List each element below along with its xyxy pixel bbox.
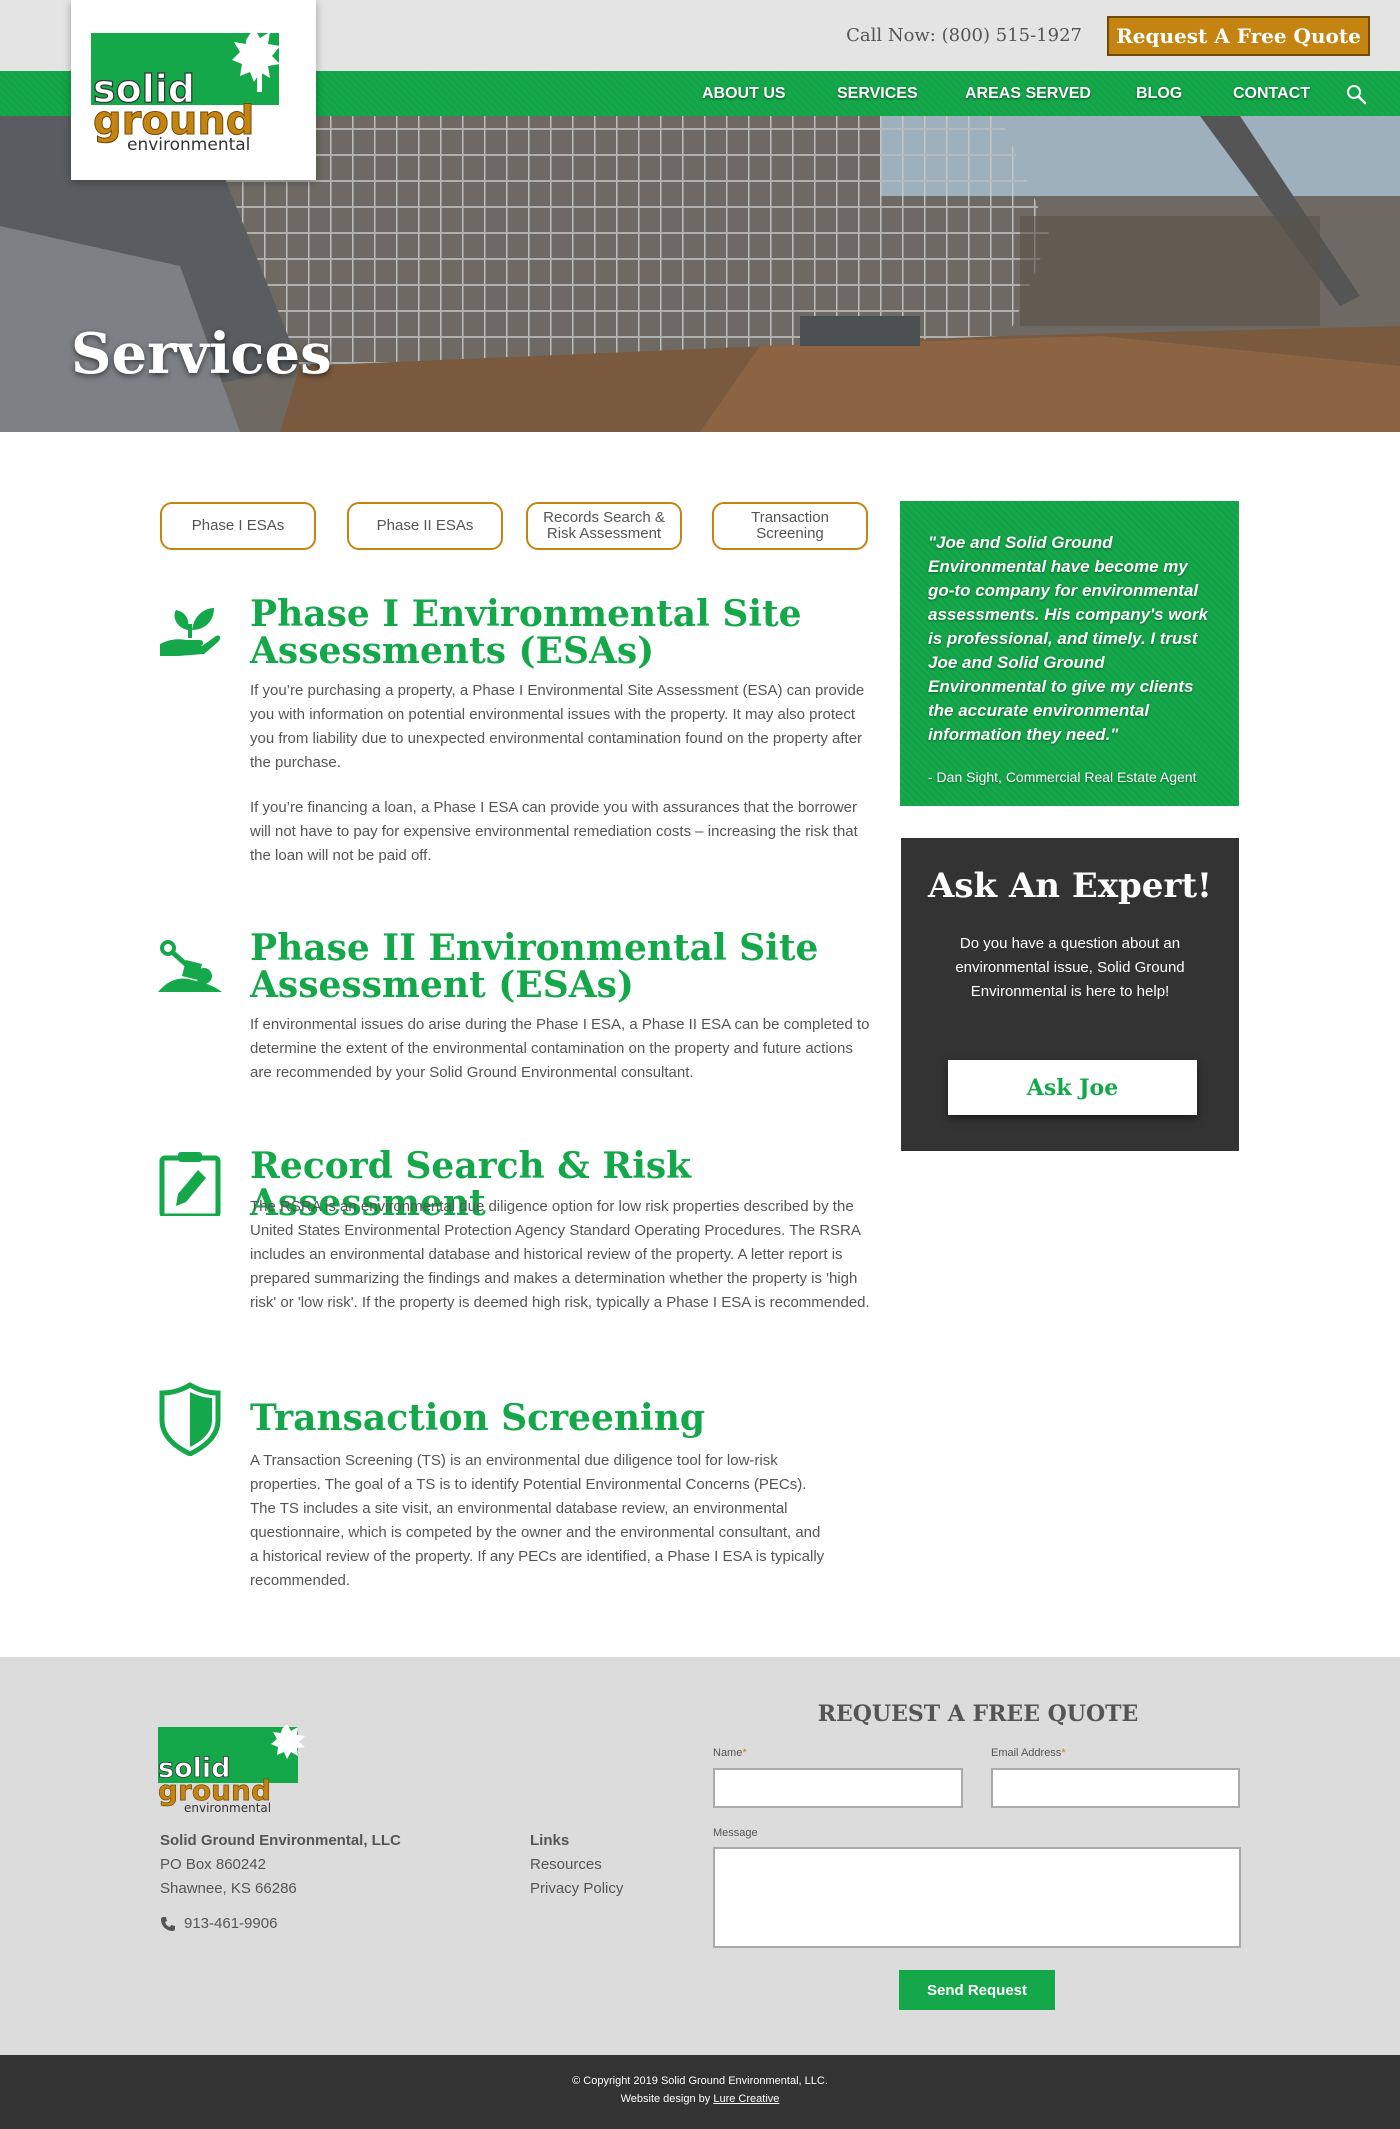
email-field[interactable] — [991, 1768, 1240, 1808]
plant-in-hand-icon — [160, 608, 221, 656]
lure-creative-link[interactable]: Lure Creative — [713, 2093, 779, 2105]
section-text-phase-1-b: If you’re financing a loan, a Phase I ES… — [250, 799, 858, 864]
ask-expert-box: Ask An Expert! Do you have a question ab… — [901, 838, 1239, 1151]
name-field[interactable] — [713, 1768, 963, 1808]
testimonial-author: - Dan Sight, Commercial Real Estate Agen… — [928, 769, 1197, 785]
call-now: Call Now: (800) 515-1927 — [846, 25, 1082, 46]
footer-link-privacy-policy[interactable]: Privacy Policy — [530, 1880, 623, 1897]
search-icon[interactable] — [1345, 83, 1367, 105]
copyright-bar: © Copyright 2019 Solid Ground Environmen… — [0, 2055, 1400, 2129]
footer-company: Solid Ground Environmental, LLC — [160, 1832, 401, 1849]
copyright-text: © Copyright 2019 Solid Ground Environmen… — [572, 2075, 828, 2087]
section-text-phase-2: If environmental issues do arise during … — [250, 1016, 870, 1081]
testimonial-box: "Joe and Solid Ground Environmental have… — [900, 501, 1239, 806]
footer-logo-environmental: environmental — [184, 1801, 271, 1815]
section-text-transaction-screening: A Transaction Screening (TS) is an envir… — [250, 1452, 825, 1589]
shield-icon — [159, 1382, 221, 1456]
footer-links-title: Links — [530, 1832, 570, 1849]
footer: solid ground environmental Solid Ground … — [0, 1657, 1400, 2055]
ask-expert-text: Do you have a question about an environm… — [955, 935, 1185, 1000]
section-text-record-search: The RSRA is an environmental due diligen… — [250, 1198, 870, 1311]
section-title-phase-2: Phase II Environmental Site Assessment (… — [250, 927, 819, 1006]
section-title-transaction-screening: Transaction Screening — [250, 1397, 706, 1439]
site-logo[interactable]: solid ground environmental — [71, 0, 316, 180]
section-title-phase-1: Phase I Environmental Site Assessments (… — [250, 593, 802, 672]
phone-icon — [161, 1916, 175, 1931]
design-credit: Website design by Lure Creative — [620, 2093, 780, 2105]
footer-address-2: Shawnee, KS 66286 — [160, 1880, 297, 1897]
footer-phone-row: 913-461-9906 — [160, 1915, 277, 1932]
page-title: Services — [71, 321, 332, 387]
nav-blog[interactable]: BLOG — [1136, 85, 1182, 103]
name-label: Name* — [713, 1747, 747, 1759]
message-label: Message — [713, 1827, 758, 1839]
message-field[interactable] — [713, 1847, 1241, 1948]
tab-phase-1-esas[interactable]: Phase I ESAs — [160, 502, 316, 550]
nav-about-us[interactable]: ABOUT US — [702, 85, 786, 103]
call-label: Call Now: — [846, 25, 936, 46]
footer-phone[interactable]: 913-461-9906 — [184, 1915, 277, 1932]
nav-areas-served[interactable]: AREAS SERVED — [965, 85, 1091, 103]
ask-joe-button[interactable]: Ask Joe — [948, 1060, 1197, 1115]
ask-expert-title: Ask An Expert! — [928, 866, 1212, 906]
tab-phase-2-esas[interactable]: Phase II ESAs — [347, 502, 503, 550]
footer-links: Links Resources Privacy Policy — [530, 1829, 623, 1901]
email-label: Email Address* — [991, 1747, 1066, 1759]
request-quote-button[interactable]: Request A Free Quote — [1107, 16, 1370, 56]
trowel-soil-icon — [158, 940, 222, 992]
footer-logo[interactable]: solid ground environmental — [158, 1725, 313, 1815]
logo-word-environmental: environmental — [127, 135, 250, 155]
nav-services[interactable]: SERVICES — [837, 85, 918, 103]
section-text-phase-1-a: If you’re purchasing a property, a Phase… — [250, 682, 865, 771]
testimonial-quote: "Joe and Solid Ground Environmental have… — [928, 533, 1208, 744]
header-phone[interactable]: (800) 515-1927 — [942, 25, 1082, 46]
tab-records-search[interactable]: Records Search & Risk Assessment — [526, 502, 682, 550]
footer-address-1: PO Box 860242 — [160, 1856, 266, 1873]
clipboard-pencil-icon — [159, 1152, 221, 1216]
footer-link-resources[interactable]: Resources — [530, 1856, 602, 1873]
tab-transaction-screening[interactable]: Transaction Screening — [712, 502, 868, 550]
nav-contact[interactable]: CONTACT — [1233, 85, 1310, 103]
footer-address: Solid Ground Environmental, LLC PO Box 8… — [160, 1829, 401, 1901]
send-request-button[interactable]: Send Request — [899, 1970, 1055, 2010]
quote-form-title: REQUEST A FREE QUOTE — [817, 1701, 1139, 1727]
logo-graphic: solid ground environmental — [91, 28, 280, 155]
